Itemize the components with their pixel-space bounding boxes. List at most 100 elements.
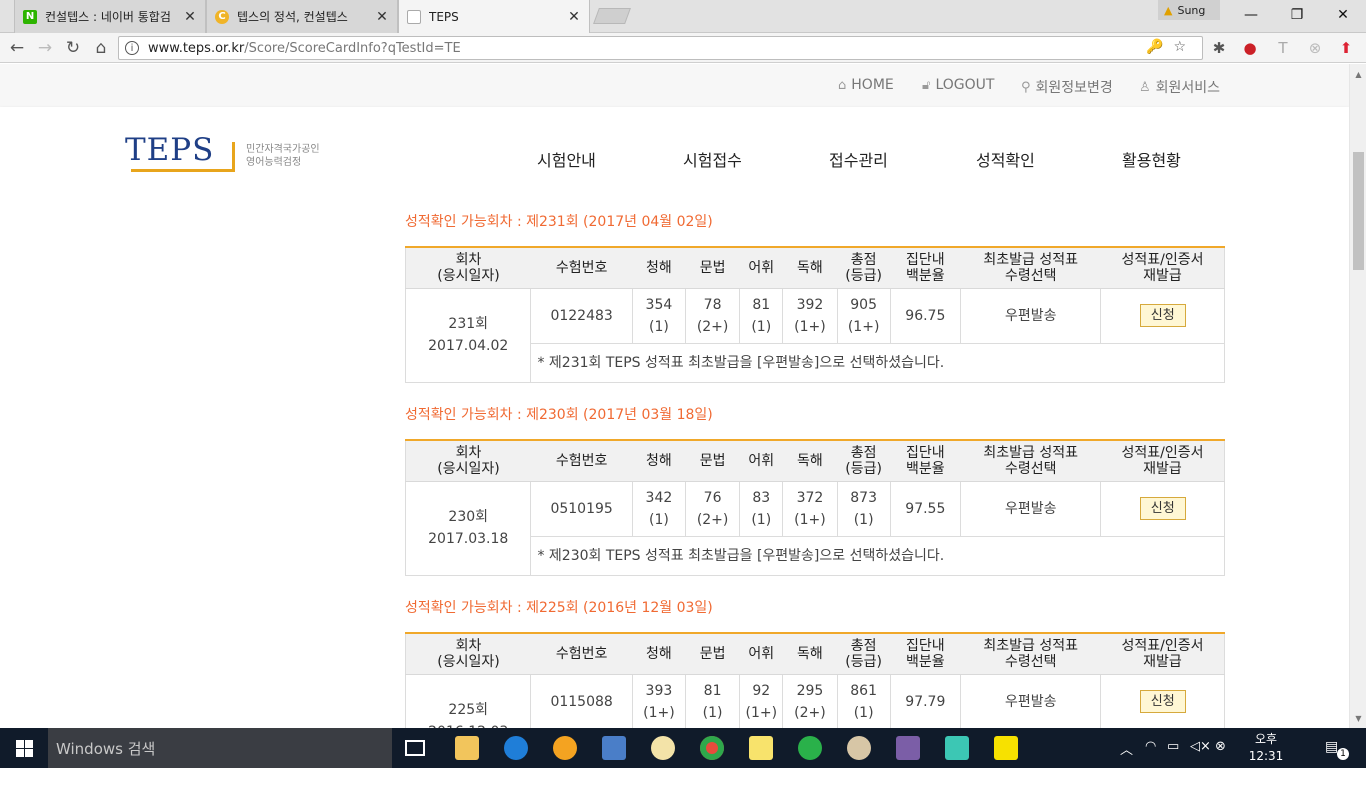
tab-title: TEPS	[429, 9, 459, 24]
paint-icon[interactable]	[847, 736, 871, 760]
address-bar[interactable]: i www.teps.or.kr/Score/ScoreCardInfo?qTe…	[118, 36, 1203, 60]
grammar-cell: 76 (2+)	[684, 480, 741, 537]
home-link[interactable]: ⌂ HOME	[838, 77, 894, 93]
reading-cell: 295 (2+)	[782, 673, 838, 728]
header-reissue: 성적표/인증서 재발급	[1100, 246, 1225, 289]
minimize-icon[interactable]: —	[1228, 0, 1274, 30]
tab-teps[interactable]: TEPS ✕	[398, 0, 590, 33]
taskbar-clock[interactable]: 오후 12:31 2017-04-20	[1236, 731, 1296, 799]
apply-button[interactable]: 신청	[1139, 497, 1186, 520]
header-percentile: 집단내 백분율	[890, 439, 961, 482]
scroll-down-icon[interactable]: ▼	[1353, 714, 1364, 724]
home-icon[interactable]: ⌂	[90, 37, 112, 59]
reissue-cell: 신청	[1100, 673, 1225, 728]
listening-cell: 342 (1)	[631, 480, 687, 537]
browser-toolbar: ← → ↻ ⌂ i www.teps.or.kr/Score/ScoreCard…	[0, 33, 1366, 63]
percentile-cell: 96.75	[889, 287, 961, 344]
header-grammar: 문법	[685, 632, 740, 675]
header-percentile: 집단내 백분율	[890, 632, 961, 675]
apply-button[interactable]: 신청	[1139, 690, 1186, 713]
back-icon[interactable]: ←	[6, 37, 28, 59]
notepad-app-icon[interactable]	[602, 736, 626, 760]
tab-consultteps[interactable]: C 텝스의 정석, 컨설텝스 ✕	[206, 0, 398, 33]
visual-studio-icon[interactable]	[896, 736, 920, 760]
nav-exam-register[interactable]: 시험접수	[683, 147, 742, 171]
round-cell: 231회 2017.04.02	[404, 287, 532, 383]
close-window-icon[interactable]: ✕	[1320, 0, 1366, 30]
network-icon[interactable]: ◠	[1145, 739, 1156, 754]
extensions-icon[interactable]: ✱	[1209, 38, 1229, 58]
scrollbar[interactable]: ▲ ▼	[1349, 64, 1366, 728]
scroll-thumb[interactable]	[1353, 152, 1364, 270]
pinterest-icon[interactable]: ●	[1240, 38, 1260, 58]
close-icon[interactable]: ✕	[375, 9, 389, 25]
apply-button[interactable]: 신청	[1139, 304, 1186, 327]
score-section: 성적확인 가능회차 : 제231회 (2017년 04월 02일) 회차 (응시일자…	[404, 214, 1225, 383]
table-header-row: 회차 (응시일자) 수험번호 청해 문법 어휘 독해 총점 (등급) 집단내 백분율 최초발급 성적표…	[404, 439, 1225, 482]
header-exam-no: 수험번호	[530, 439, 633, 482]
bookmark-star-icon[interactable]: 🔑☆	[1146, 39, 1196, 55]
translate-icon[interactable]: T	[1273, 38, 1293, 58]
score-table: 회차 (응시일자) 수험번호 청해 문법 어휘 독해 총점 (등급) 집단내 백분율 최초발급 성적표…	[404, 246, 1225, 383]
close-icon[interactable]: ✕	[183, 9, 197, 25]
total-cell: 905 (1+)	[836, 287, 891, 344]
section-title: 성적확인 가능회차 : 제231회 (2017년 04월 02일)	[405, 214, 713, 230]
header-grammar: 문법	[685, 246, 740, 289]
sticky-notes-icon[interactable]	[749, 736, 773, 760]
battery-icon[interactable]: ▭	[1167, 739, 1179, 754]
taskbar-search-input[interactable]: Windows 검색	[48, 728, 392, 768]
logout-link[interactable]: 🔓︎ LOGOUT	[922, 77, 994, 93]
grammar-cell: 81 (1)	[684, 673, 741, 728]
exam-no-cell: 0115088	[530, 673, 633, 728]
internet-explorer-icon[interactable]	[504, 736, 528, 760]
tab-naver[interactable]: N 컨설텝스 : 네이버 통합검 ✕	[14, 0, 206, 33]
tab-title: 텝스의 정석, 컨설텝스	[237, 10, 348, 24]
note-cell: * 제231회 TEPS 성적표 최초발급을 [우편발송]으로 선택하셨습니다.	[530, 342, 1225, 383]
nav-register-manage[interactable]: 접수관리	[829, 147, 888, 171]
percentile-cell: 97.55	[889, 480, 961, 537]
restore-icon[interactable]: ❐	[1274, 0, 1320, 30]
header-reissue: 성적표/인증서 재발급	[1100, 632, 1225, 675]
upload-icon[interactable]: ⬆	[1336, 38, 1356, 58]
header-listening: 청해	[632, 246, 686, 289]
volume-muted-icon[interactable]: ◁×	[1190, 739, 1211, 754]
search-icon: ⚲	[1021, 79, 1031, 95]
forward-icon[interactable]: →	[34, 37, 56, 59]
header-reading: 독해	[782, 246, 838, 289]
member-edit-link[interactable]: ⚲ 회원정보변경	[1021, 77, 1113, 97]
chrome-icon[interactable]	[700, 736, 724, 760]
header-total: 총점 (등급)	[837, 632, 891, 675]
tray-close-icon[interactable]: ⊗	[1215, 739, 1226, 754]
new-tab-button[interactable]	[593, 8, 631, 24]
starred-app-icon[interactable]	[945, 736, 969, 760]
nav-exam-info[interactable]: 시험안내	[537, 147, 596, 171]
reissue-cell: 신청	[1100, 480, 1225, 537]
member-service-link[interactable]: ♙ 회원서비스	[1139, 77, 1220, 97]
vocab-cell: 83 (1)	[739, 480, 784, 537]
line-app-icon[interactable]	[798, 736, 822, 760]
tray-expand-icon[interactable]: ︿	[1120, 739, 1133, 758]
round-cell: 230회 2017.03.18	[404, 480, 532, 576]
task-view-icon[interactable]	[405, 740, 425, 756]
logo-subtitle-2: 영어능력검정	[246, 157, 302, 168]
tab-title: 컨설텝스 : 네이버 통합검	[45, 10, 171, 24]
windows-start-icon[interactable]	[0, 728, 48, 768]
kakaotalk-icon[interactable]	[994, 736, 1018, 760]
app-icon[interactable]	[553, 736, 577, 760]
exam-no-cell: 0510195	[530, 480, 633, 537]
score-table: 회차 (응시일자) 수험번호 청해 문법 어휘 독해 총점 (등급) 집단내 백분율 최초발급 성적표…	[404, 632, 1225, 728]
nav-score-check[interactable]: 성적확인	[976, 147, 1035, 171]
notification-count: 1	[1337, 748, 1349, 760]
reload-icon[interactable]: ↻	[62, 37, 84, 59]
profile-name: Sung	[1177, 3, 1206, 17]
scroll-up-icon[interactable]: ▲	[1353, 70, 1364, 80]
person-icon: ♙	[1139, 79, 1151, 95]
extension-icon[interactable]: ⊗	[1305, 38, 1325, 58]
file-explorer-icon[interactable]	[455, 736, 479, 760]
nav-usage-status[interactable]: 활용현황	[1122, 147, 1181, 171]
profile-button[interactable]: ▲ Sung	[1158, 0, 1220, 20]
close-icon[interactable]: ✕	[567, 9, 581, 25]
info-icon[interactable]: i	[125, 41, 139, 55]
teps-logo[interactable]: TEPS 민간자격국가공인 영어능력검정	[125, 132, 335, 172]
clock-app-icon[interactable]	[651, 736, 675, 760]
